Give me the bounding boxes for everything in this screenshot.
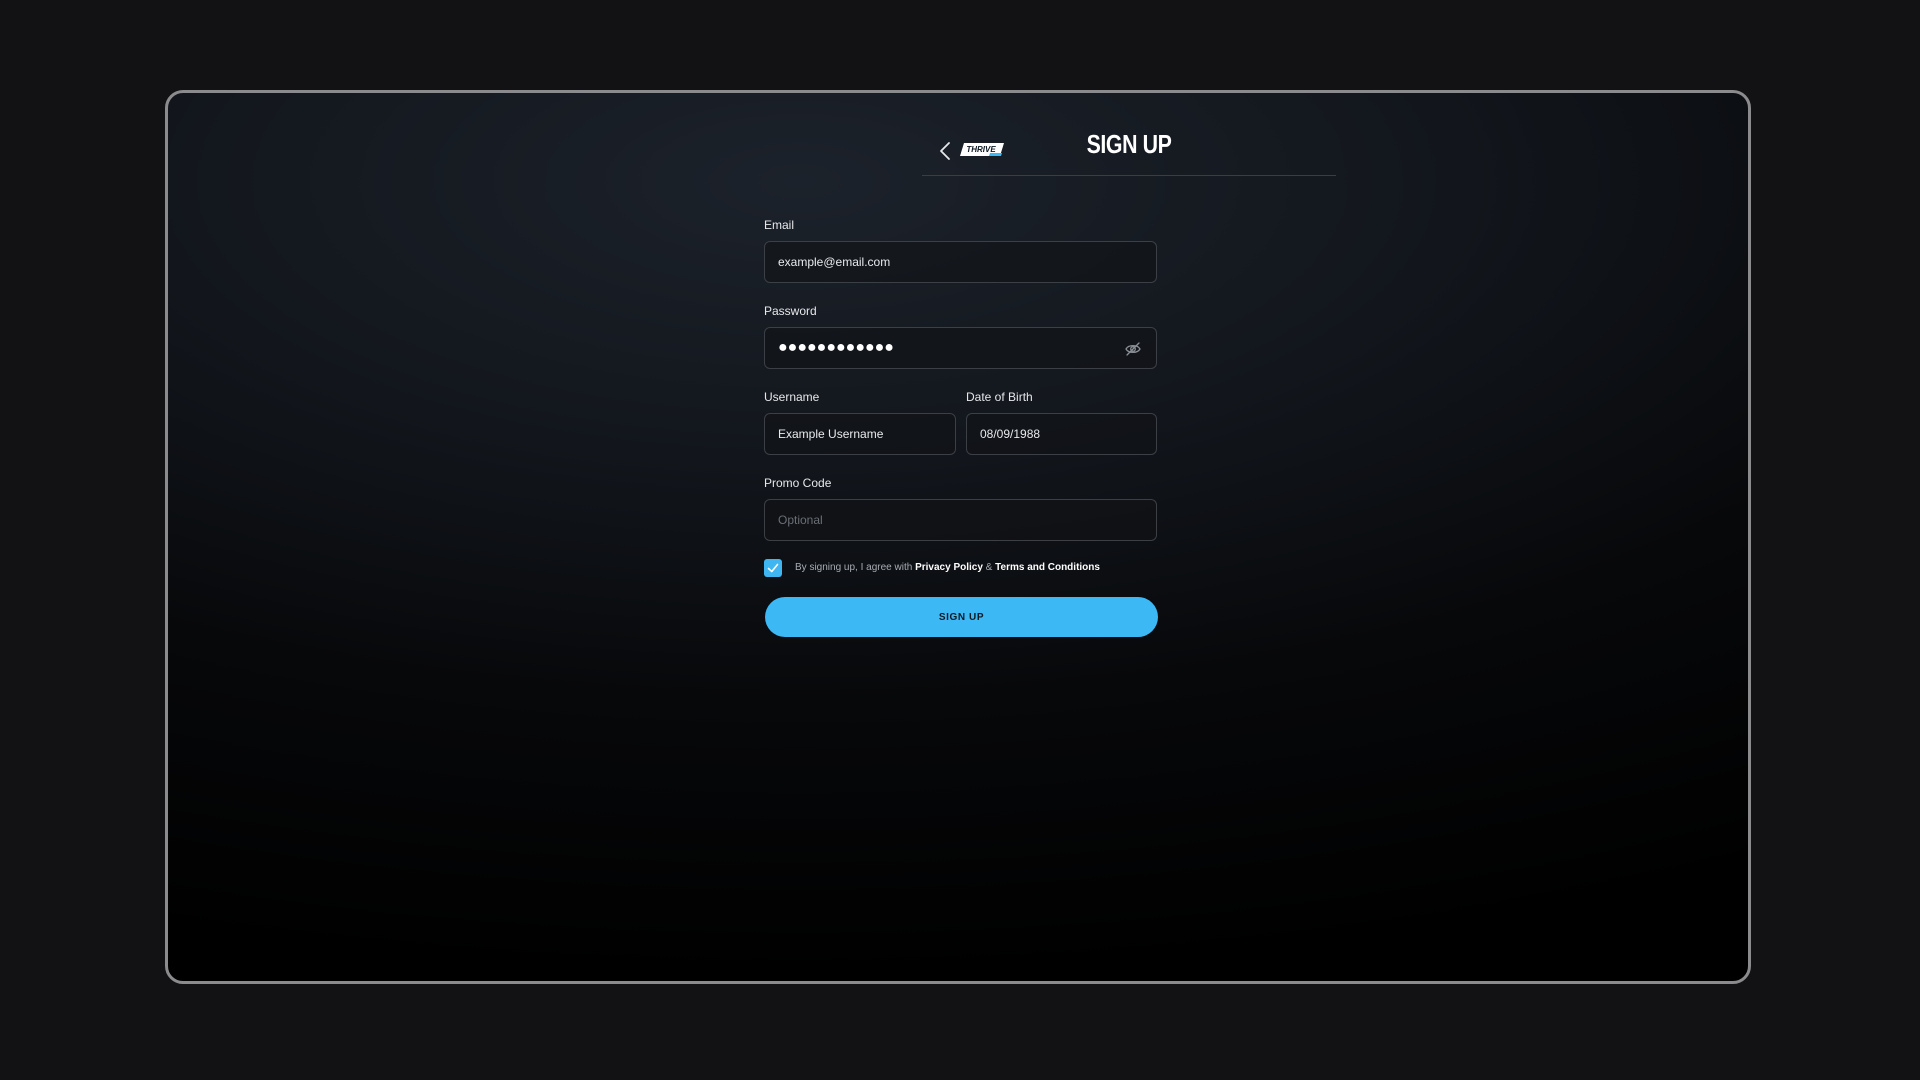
header: THRIVE SIGN UP [922, 129, 1336, 176]
terms-link[interactable]: Terms and Conditions [995, 562, 1100, 573]
agreement-prefix: By signing up, I agree with [795, 562, 916, 573]
username-label: Username [764, 390, 820, 404]
page-title: SIGN UP [1086, 129, 1172, 159]
email-label: Email [764, 218, 795, 232]
username-field-box [764, 413, 956, 455]
checkmark-icon [767, 563, 779, 573]
password-field[interactable]: ●●●●●●●●●●●● [764, 327, 1157, 369]
dob-label: Date of Birth [966, 390, 1033, 404]
promo-label: Promo Code [764, 476, 832, 490]
dob-field-box [966, 413, 1157, 455]
chevron-left-icon[interactable] [936, 137, 956, 165]
agreement-separator: & [982, 562, 996, 573]
privacy-policy-link[interactable]: Privacy Policy [915, 562, 983, 573]
dob-field[interactable] [980, 414, 1143, 454]
username-field[interactable] [778, 414, 942, 454]
agreement-text: By signing up, I agree with Privacy Poli… [795, 562, 1100, 573]
email-field[interactable] [778, 242, 1143, 282]
app-window: THRIVE SIGN UP Email Password ●●●●●●●●●●… [165, 90, 1751, 984]
agree-checkbox[interactable] [764, 559, 782, 577]
promo-field-box [764, 499, 1157, 541]
email-field-box [764, 241, 1157, 283]
password-value: ●●●●●●●●●●●● [778, 339, 894, 356]
eye-off-icon[interactable] [1124, 340, 1142, 358]
promo-field[interactable] [778, 500, 1143, 540]
password-label: Password [764, 304, 817, 318]
sign-up-button[interactable]: SIGN UP [765, 597, 1158, 637]
